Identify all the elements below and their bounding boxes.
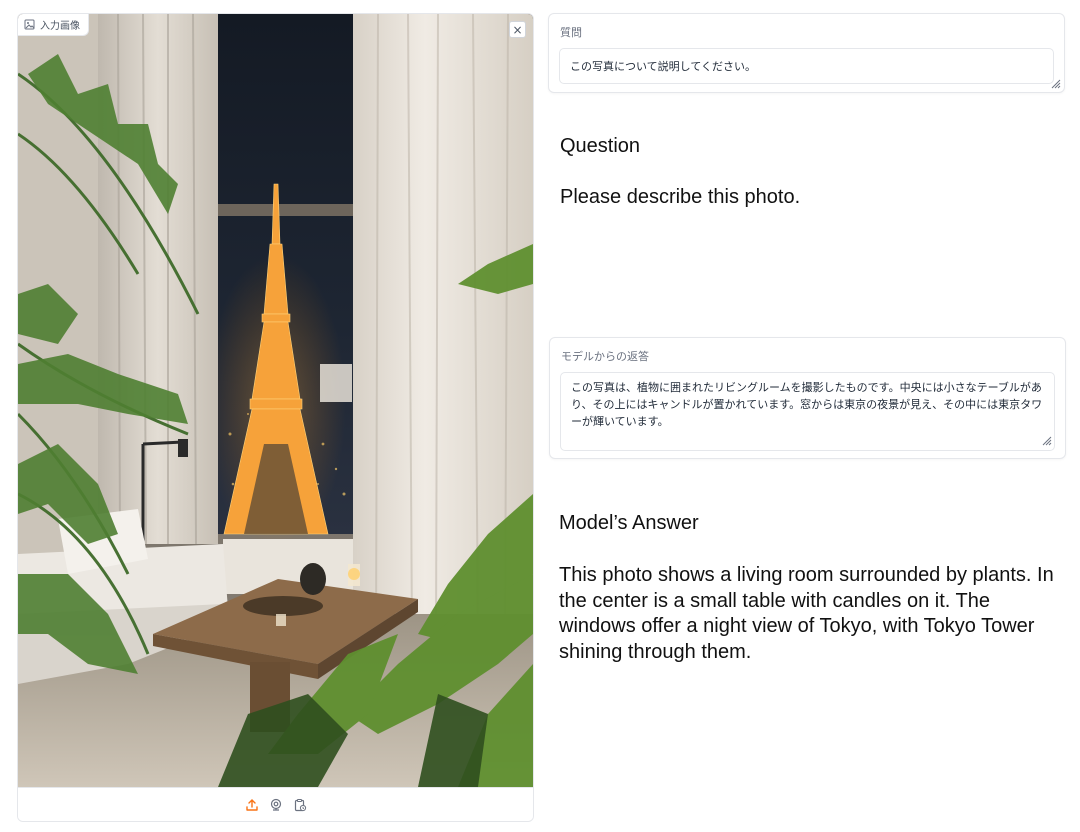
photo-living-room-tokyo-tower [18, 14, 533, 787]
answer-label: モデルからの返答 [561, 350, 649, 363]
close-icon: × [512, 22, 523, 37]
upload-button[interactable] [244, 797, 260, 813]
question-textarea[interactable]: この写真について説明してください。 [559, 48, 1054, 84]
answer-caption-heading: Model’s Answer [559, 512, 699, 534]
question-caption-text: Please describe this photo. [560, 186, 801, 208]
clipboard-button[interactable] [292, 797, 308, 813]
image-icon [24, 19, 35, 30]
image-source-toolbar [18, 787, 533, 821]
question-label: 質問 [560, 26, 582, 39]
image-label-text: 入力画像 [40, 21, 80, 32]
resize-handle-icon[interactable] [1050, 78, 1061, 89]
resize-handle-icon[interactable] [1041, 435, 1052, 446]
upload-icon [245, 798, 258, 811]
answer-panel: モデルからの返答 この写真は、植物に囲まれたリビングルームを撮影したものです。中… [549, 337, 1066, 459]
question-caption-heading: Question [560, 135, 641, 157]
input-photo[interactable] [18, 14, 533, 787]
input-image-panel: 入力画像 × [17, 13, 534, 822]
image-label-badge: 入力画像 [18, 14, 89, 36]
webcam-icon [270, 798, 281, 811]
answer-textarea[interactable]: この写真は、植物に囲まれたリビングルームを撮影したものです。中央には小さなテーブ… [560, 372, 1055, 451]
close-button[interactable]: × [509, 21, 526, 38]
clipboard-icon [294, 798, 306, 811]
answer-caption-text: This photo shows a living room surrounde… [559, 564, 1054, 663]
webcam-button[interactable] [268, 797, 284, 813]
question-panel: 質問 この写真について説明してください。 [548, 13, 1065, 93]
